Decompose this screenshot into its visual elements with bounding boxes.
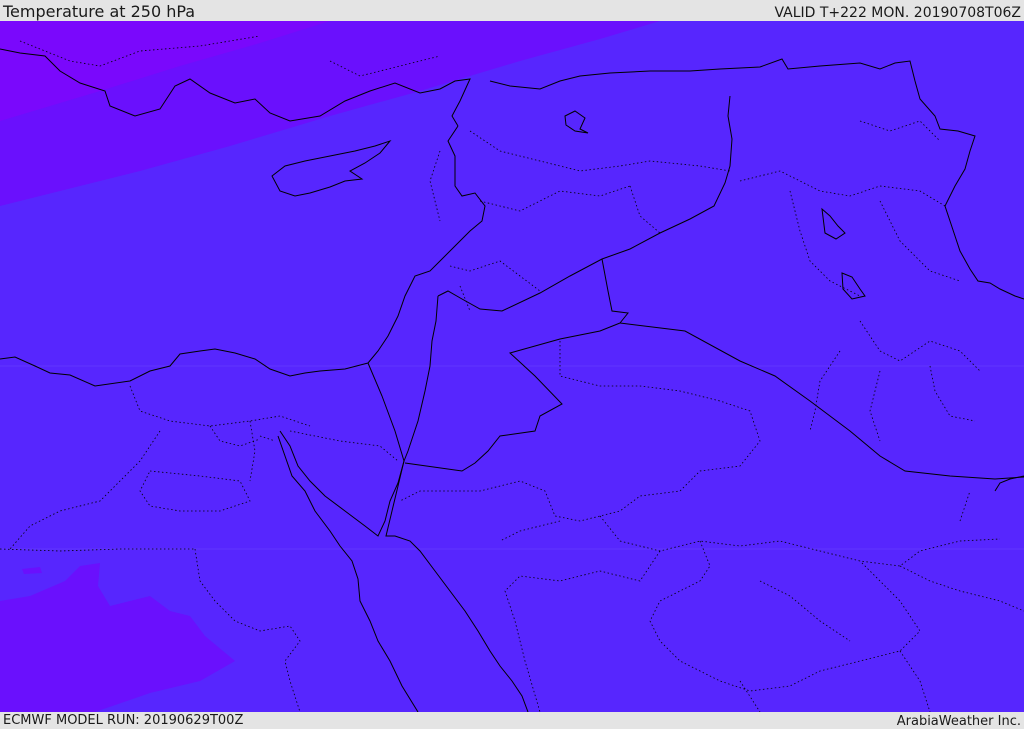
- map-title: Temperature at 250 hPa: [3, 2, 196, 21]
- credit-label: ArabiaWeather Inc.: [896, 714, 1021, 729]
- temperature-map: [0, 21, 1024, 712]
- model-run-label: ECMWF MODEL RUN: 20190629T00Z: [3, 713, 244, 728]
- valid-time: VALID T+222 MON. 20190708T06Z: [774, 5, 1021, 21]
- map-canvas: [0, 21, 1024, 712]
- footer-bar: ECMWF MODEL RUN: 20190629T00Z ArabiaWeat…: [0, 712, 1024, 729]
- header-bar: Temperature at 250 hPa VALID T+222 MON. …: [0, 0, 1024, 21]
